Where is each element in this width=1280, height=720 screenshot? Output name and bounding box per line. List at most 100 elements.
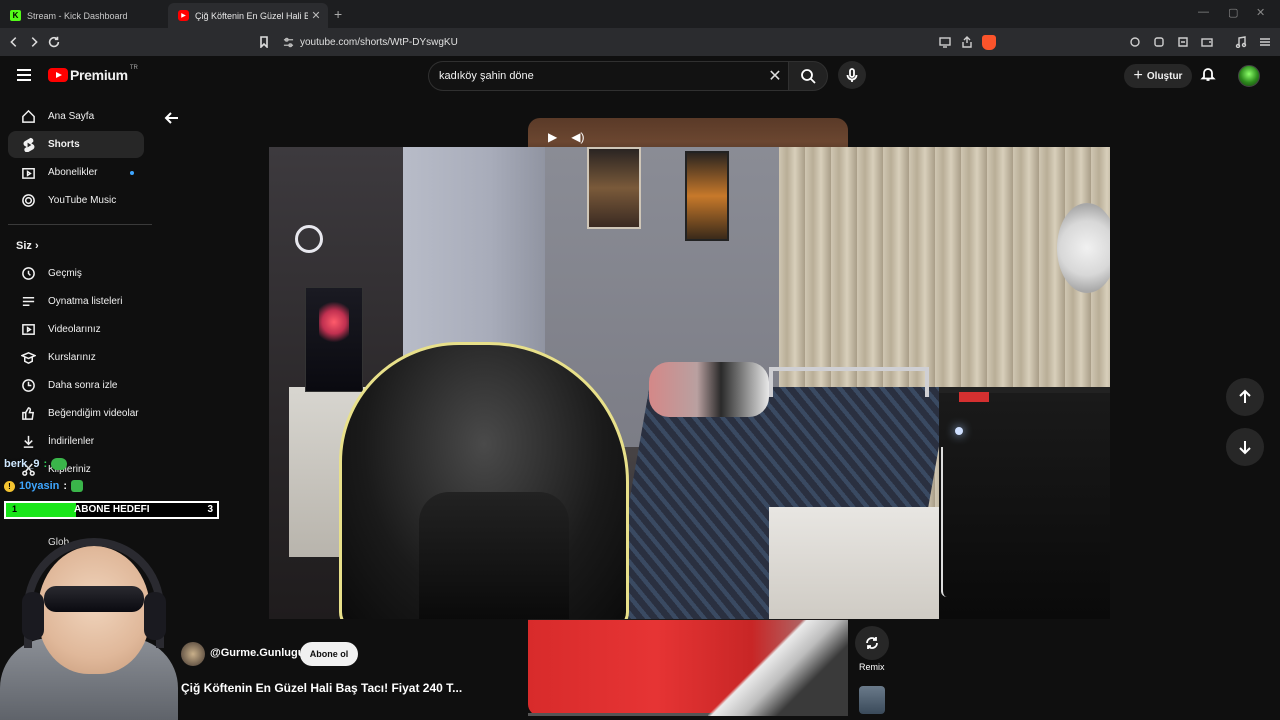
youtube-premium-logo[interactable]: Premium TR <box>48 65 138 83</box>
back-icon[interactable] <box>4 32 24 52</box>
chevron-right-icon: › <box>34 240 39 252</box>
sidebar-item-label: Kurslarınız <box>48 352 96 363</box>
room-camera-overlay <box>269 147 1110 619</box>
youtube-icon: ▶ <box>178 10 189 21</box>
player-controls: ▶ ◀) <box>548 130 584 144</box>
tab-title: Çiğ Köftenin En Güzel Hali Baş Taci <box>195 10 308 21</box>
sidebar-item-playlists[interactable]: Oynatma listeleri <box>8 288 144 315</box>
country-code: TR <box>129 65 138 71</box>
music-icon <box>8 193 48 208</box>
sidebar-item-label: Shorts <box>48 139 80 150</box>
sidebar-item-label: YouTube Music <box>48 195 117 206</box>
chat-text: : <box>43 458 48 470</box>
sidebar-item-label: Beğendiğim videolar <box>48 408 139 419</box>
channel-name[interactable]: @Gurme.Gunlugu <box>210 647 304 659</box>
wall-fan <box>1057 203 1110 293</box>
account-avatar[interactable] <box>1238 65 1260 87</box>
kick-icon: K <box>10 10 21 21</box>
chat-username: 10yasin <box>19 480 60 492</box>
remix-label: Remix <box>859 662 885 672</box>
playlists-icon <box>8 294 48 309</box>
clear-search-icon[interactable]: ✕ <box>760 66 790 86</box>
wallet-icon[interactable] <box>1200 35 1214 49</box>
search-icon <box>801 69 816 84</box>
sidebar-item-subscriptions[interactable]: Abonelikler <box>8 159 144 186</box>
create-button[interactable]: + Oluştur <box>1124 64 1192 88</box>
progress-bar[interactable] <box>528 713 848 716</box>
cast-icon[interactable] <box>938 35 952 49</box>
search-query: kadıköy şahin döne <box>439 70 534 82</box>
menu-icon[interactable] <box>1258 35 1272 49</box>
extension-3-icon[interactable] <box>1176 35 1190 49</box>
history-icon <box>8 266 48 281</box>
search-button[interactable] <box>788 61 828 91</box>
new-tab-icon[interactable]: + <box>334 6 342 22</box>
previous-short-button[interactable] <box>1226 378 1264 416</box>
sidebar-item-liked-videos[interactable]: Beğendiğim videolar <box>8 400 144 427</box>
youtube-masthead: Premium TR kadıköy şahin döne ✕ + Oluştu… <box>0 56 1280 96</box>
section-header: Siz <box>16 240 32 252</box>
close-window-icon[interactable]: ✕ <box>1256 6 1265 19</box>
search-input[interactable]: kadıköy şahin döne ✕ <box>428 61 790 91</box>
brave-shield-icon[interactable] <box>982 34 996 50</box>
url-bar[interactable]: youtube.com/shorts/WtP-DYswgKU <box>252 31 1000 53</box>
vr-glasses <box>44 586 144 612</box>
sidebar-item-label: İndirilenler <box>48 436 95 447</box>
close-tab-icon[interactable]: ✕ <box>308 9 324 22</box>
hamburger-menu-icon[interactable] <box>14 66 34 86</box>
reload-icon[interactable] <box>44 32 64 52</box>
site-settings-icon[interactable] <box>276 37 300 48</box>
tab-youtube-short[interactable]: ▶ Çiğ Köftenin En Güzel Hali Baş Taci ✕ <box>168 3 328 28</box>
chat-username: berk_9 <box>4 458 40 470</box>
channel-avatar[interactable] <box>181 642 205 666</box>
remix-icon <box>866 637 878 649</box>
pc-tower <box>939 387 1110 619</box>
desk-fan <box>295 225 323 253</box>
wall-poster <box>685 151 729 241</box>
remix-button[interactable] <box>855 626 889 660</box>
like-icon <box>8 406 48 421</box>
forward-icon[interactable] <box>24 32 44 52</box>
notifications-button[interactable] <box>1200 66 1216 87</box>
chat-emote-icon <box>71 480 84 492</box>
sidebar-item-label: Abonelikler <box>48 167 98 178</box>
new-content-dot <box>130 170 134 175</box>
sidebar-item-label: Videolarınız <box>48 324 101 335</box>
sidebar-item-downloads[interactable]: İndirilenler <box>8 428 144 455</box>
chat-message: berk_9 : <box>4 458 68 470</box>
sidebar-item-home[interactable]: Ana Sayfa <box>8 103 144 130</box>
bookmark-icon[interactable] <box>252 36 276 48</box>
url-text: youtube.com/shorts/WtP-DYswgKU <box>300 36 458 48</box>
short-title: Çiğ Köftenin En Güzel Hali Baş Tacı! Fiy… <box>181 681 463 695</box>
plus-icon: + <box>1133 67 1143 84</box>
volume-icon[interactable]: ◀) <box>571 130 584 144</box>
sidebar-item-your-videos[interactable]: Videolarınız <box>8 316 144 343</box>
back-arrow-icon[interactable] <box>164 110 184 130</box>
voice-search-button[interactable] <box>838 61 866 89</box>
sidebar-item-watch-later[interactable]: Daha sonra izle <box>8 372 144 399</box>
sidebar-item-history[interactable]: Geçmiş <box>8 260 144 287</box>
youtube-logo-icon <box>48 68 68 82</box>
subscribe-button[interactable]: Abone ol <box>300 642 358 666</box>
next-short-button[interactable] <box>1226 428 1264 466</box>
sidebar-item-youtube-music[interactable]: YouTube Music <box>8 187 144 214</box>
home-icon <box>8 109 48 124</box>
goal-target: 3 <box>207 504 213 515</box>
bell-icon <box>1200 68 1216 81</box>
sidebar-section-you[interactable]: Siz › <box>16 240 39 252</box>
media-icon[interactable] <box>1234 35 1248 49</box>
logo-text: Premium <box>70 67 128 83</box>
extensions-bar <box>1128 35 1272 49</box>
minimize-icon[interactable]: — <box>1198 6 1209 18</box>
extension-1-icon[interactable] <box>1128 35 1142 49</box>
share-icon[interactable] <box>960 35 974 49</box>
goal-current: 1 <box>12 504 18 514</box>
extension-2-icon[interactable] <box>1152 35 1166 49</box>
sidebar-item-courses[interactable]: Kurslarınız <box>8 344 144 371</box>
tab-kick-dashboard[interactable]: K Stream - Kick Dashboard <box>0 3 168 28</box>
maximize-icon[interactable]: ▢ <box>1228 6 1238 19</box>
sound-thumbnail[interactable] <box>859 686 885 714</box>
play-icon[interactable]: ▶ <box>548 130 557 144</box>
sidebar-item-shorts[interactable]: Shorts <box>8 131 144 158</box>
address-toolbar: youtube.com/shorts/WtP-DYswgKU <box>0 28 1280 56</box>
